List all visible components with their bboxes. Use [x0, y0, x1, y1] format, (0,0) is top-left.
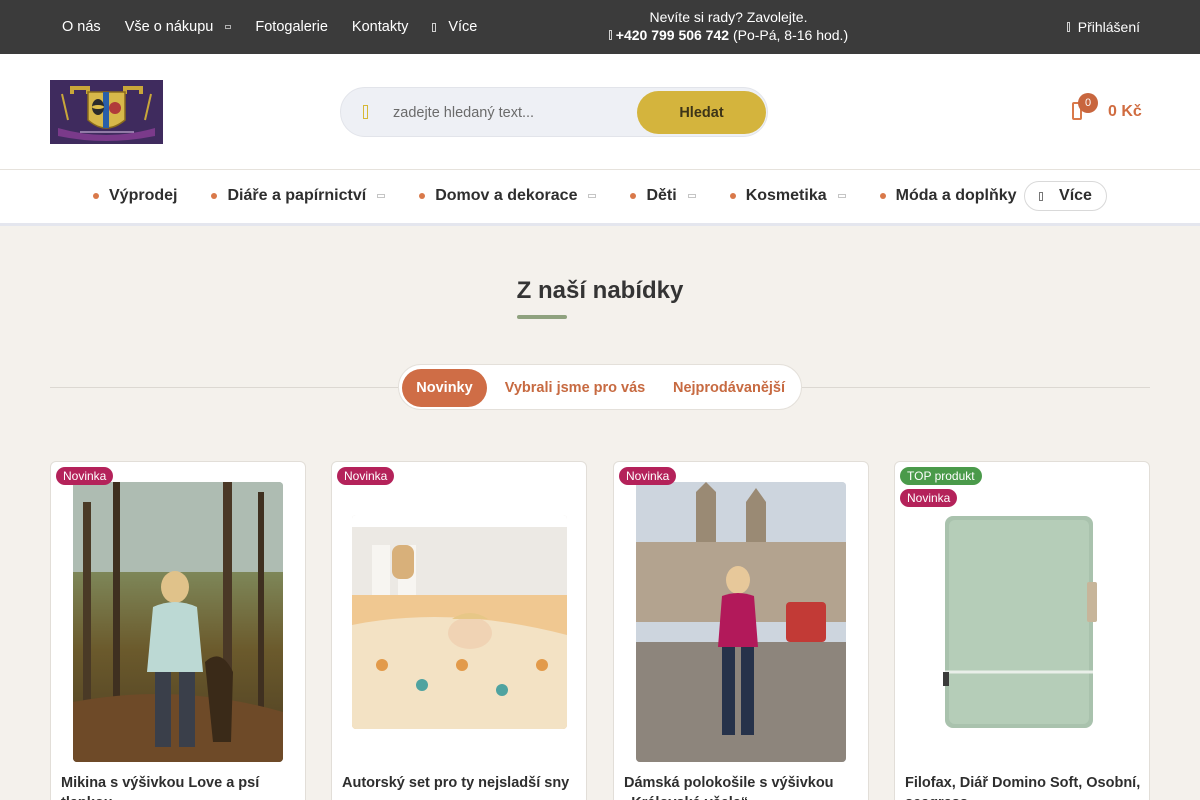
product-card[interactable]: Novinka Mikina s výšivkou Love a psí tla…: [50, 461, 306, 800]
category-diaries[interactable]: Diáře a papírnictví: [211, 187, 386, 205]
search-button[interactable]: Hledat: [637, 91, 766, 134]
category-nav: Výprodej Diáře a papírnictví Domov a dek…: [0, 170, 1200, 226]
category-sale[interactable]: Výprodej: [93, 187, 177, 205]
category-fashion[interactable]: Móda a doplňky: [879, 187, 1036, 205]
cart-link[interactable]: 0 0 Kč: [1068, 92, 1168, 132]
menu-icon: [1039, 191, 1044, 201]
product-name[interactable]: Mikina s výšivkou Love a psí tlapkou: [61, 773, 297, 800]
bullet-icon: [93, 193, 99, 199]
new-badge: Novinka: [56, 467, 114, 485]
contact-phone-line: +420 799 506 742 (Po-Pá, 8-16 hod.): [257, 26, 1200, 44]
logo-crest-image: [50, 80, 163, 144]
category-list: Výprodej Diáře a papírnictví Domov a dek…: [93, 170, 1070, 222]
search-input[interactable]: [393, 100, 623, 126]
product-image[interactable]: [352, 515, 567, 729]
site-logo[interactable]: [50, 80, 163, 144]
tab-bestsellers[interactable]: Nejprodávanější: [663, 369, 795, 407]
product-image[interactable]: [636, 482, 846, 762]
product-name[interactable]: Filofax, Diář Domino Soft, Osobní, seagr…: [905, 773, 1141, 800]
category-home[interactable]: Domov a dekorace: [419, 187, 597, 205]
product-name[interactable]: Autorský set pro ty nejsladší sny: [342, 773, 578, 793]
user-icon: [1066, 22, 1070, 32]
product-photo: [943, 516, 1097, 728]
bullet-icon: [419, 193, 426, 199]
product-card[interactable]: TOP produkt Novinka Filofax, Diář Domino…: [894, 461, 1150, 800]
product-photo: [352, 515, 567, 729]
category-more-button[interactable]: Více: [1024, 181, 1107, 211]
phone-number[interactable]: +420 799 506 742: [616, 27, 729, 43]
search-bar: Hledat: [340, 87, 768, 137]
bullet-icon: [630, 193, 637, 199]
cart-total: 0 Kč: [1108, 103, 1142, 120]
phone-icon: [608, 30, 612, 40]
category-kids[interactable]: Děti: [630, 187, 696, 205]
login-link[interactable]: Přihlášení: [1066, 0, 1140, 54]
product-name[interactable]: Dámská polokošile s výšivkou „Královská …: [624, 773, 860, 800]
chevron-down-icon: [837, 194, 846, 198]
chevron-down-icon: [588, 194, 597, 198]
contact-hours: (Po-Pá, 8-16 hod.): [732, 27, 849, 43]
category-cosmetics[interactable]: Kosmetika: [729, 187, 846, 205]
product-card[interactable]: Novinka Autorský set pro ty nejsladší sn…: [331, 461, 587, 800]
product-card[interactable]: Novinka Dámská polokošile s výšivkou „Kr…: [613, 461, 869, 800]
product-photo: [636, 482, 846, 762]
new-badge: Novinka: [619, 467, 677, 485]
tab-novinky[interactable]: Novinky: [402, 369, 487, 407]
contact-info: Nevíte si rady? Zavolejte. +420 799 506 …: [0, 8, 1200, 44]
bullet-icon: [729, 193, 736, 199]
cart-count-badge: 0: [1078, 93, 1098, 113]
chevron-down-icon: [377, 194, 386, 198]
bullet-icon: [879, 193, 886, 199]
product-image[interactable]: [73, 482, 283, 762]
section-title: Z naší nabídky: [516, 277, 684, 304]
search-icon: [363, 105, 368, 119]
new-badge: Novinka: [900, 489, 958, 507]
top-product-badge: TOP produkt: [900, 467, 982, 485]
product-image[interactable]: [935, 512, 1115, 734]
site-header: Hledat 0 0 Kč: [0, 54, 1200, 170]
top-bar: O nás Vše o nákupu Fotogalerie Kontakty …: [0, 0, 1200, 54]
tab-recommended[interactable]: Vybrali jsme pro vás: [495, 369, 655, 407]
new-badge: Novinka: [337, 467, 395, 485]
product-photo: [73, 482, 283, 762]
chevron-down-icon: [687, 194, 696, 198]
bullet-icon: [211, 193, 218, 199]
contact-text: Nevíte si rady? Zavolejte.: [649, 9, 808, 25]
title-underline: [517, 315, 567, 319]
product-tabs: Novinky Vybrali jsme pro vás Nejprodávan…: [398, 364, 802, 410]
